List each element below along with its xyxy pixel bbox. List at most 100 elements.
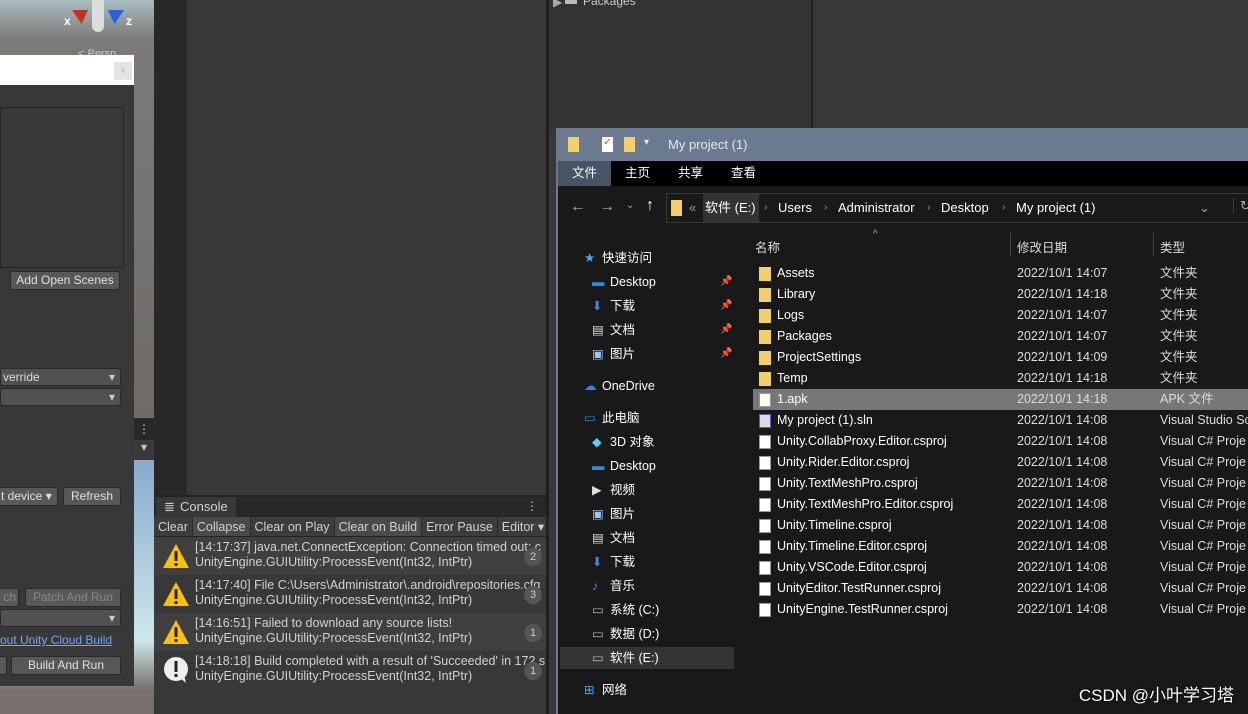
chevron-down-icon[interactable]: ▾ — [134, 440, 154, 460]
nav-item[interactable]: ▤ 文档 📌 — [560, 319, 734, 341]
file-row[interactable]: Unity.VSCode.Editor.csproj 2022/10/1 14:0… — [753, 557, 1248, 578]
column-divider[interactable] — [1010, 233, 1011, 257]
console-clear-button[interactable]: Clear — [154, 517, 193, 536]
more-options-icon[interactable]: ⋮ — [134, 418, 154, 440]
console-log-entry[interactable]: [14:18:18] Build completed with a result… — [154, 651, 546, 689]
project-panel[interactable]: ▶ Packages — [549, 0, 811, 130]
breadcrumb-item[interactable]: 软件 (E:) — [703, 194, 759, 222]
chevron-right-icon[interactable]: › — [1002, 202, 1005, 213]
file-row[interactable]: Packages 2022/10/1 14:07 文件夹 — [753, 326, 1248, 347]
nav-item[interactable]: ▭ 系统 (C:) — [560, 599, 734, 621]
overflow-icon[interactable]: « — [689, 200, 696, 215]
breadcrumb-item[interactable]: My project (1) — [1016, 200, 1095, 215]
console-log-entry[interactable]: [14:16:51] Failed to download any source… — [154, 613, 546, 651]
option-dropdown[interactable] — [0, 388, 121, 406]
console-log-entry[interactable]: [14:17:37] java.net.ConnectException: Co… — [154, 537, 546, 575]
recent-dropdown-icon[interactable]: ⌄ — [626, 200, 634, 211]
file-row[interactable]: Unity.Timeline.Editor.csproj 2022/10/1 14… — [753, 536, 1248, 557]
file-row[interactable]: UnityEditor.TestRunner.csproj 2022/10/1 1… — [753, 578, 1248, 599]
gizmo-z-icon[interactable] — [108, 10, 124, 24]
scenes-in-build-list[interactable] — [0, 107, 124, 268]
console-clear-on-play-button[interactable]: Clear on Play — [251, 517, 335, 536]
pin-icon[interactable]: 📌 — [720, 271, 732, 293]
cloud-build-link[interactable]: out Unity Cloud Build — [0, 633, 112, 647]
nav-item[interactable]: ⬇ 下载 📌 — [560, 295, 734, 317]
file-row[interactable]: Unity.TextMeshPro.Editor.csproj 2022/10/1… — [753, 494, 1248, 515]
tab-console[interactable]: ≣ Console — [156, 497, 236, 517]
nav-item[interactable]: ▬ Desktop — [560, 455, 734, 477]
up-button[interactable]: ↑ — [646, 197, 654, 215]
nav-item[interactable]: ▣ 图片 📌 — [560, 343, 734, 365]
nav-item[interactable]: ▭ 数据 (D:) — [560, 623, 734, 645]
file-row[interactable]: Unity.Timeline.csproj 2022/10/1 14:08 Visu… — [753, 515, 1248, 536]
quick-access-dropdown-icon[interactable]: ▾ — [644, 137, 649, 148]
add-open-scenes-button[interactable]: Add Open Scenes — [10, 271, 120, 290]
pin-icon[interactable]: 📌 — [720, 295, 732, 317]
file-row[interactable]: My project (1).sln 2022/10/1 14:08 Visual … — [753, 410, 1248, 431]
address-bar[interactable]: « 软件 (E:) › Users › Administrator › Desktop › My… — [666, 193, 1248, 223]
file-row[interactable]: UnityEngine.TestRunner.csproj 2022/10/1 1… — [753, 599, 1248, 620]
file-row[interactable]: Assets 2022/10/1 14:07 文件夹 — [753, 263, 1248, 284]
texture-override-dropdown[interactable]: verride — [0, 368, 121, 386]
forward-button[interactable]: → — [599, 198, 615, 216]
chevron-right-icon[interactable]: › — [764, 202, 767, 213]
nav-item[interactable]: ♪ 音乐 — [560, 575, 734, 597]
breadcrumb-item[interactable]: Desktop — [941, 200, 989, 215]
more-options-icon[interactable]: ⋮ — [526, 499, 538, 513]
properties-icon[interactable]: ✓ — [602, 137, 613, 152]
ribbon-tab[interactable]: 主页 — [611, 161, 664, 186]
back-button[interactable]: ← — [570, 198, 586, 216]
nav-item[interactable]: ▤ 文档 — [560, 527, 734, 549]
file-row[interactable]: Unity.CollabProxy.Editor.csproj 2022/10/1… — [753, 431, 1248, 452]
nav-item[interactable]: ☁ OneDrive — [560, 375, 734, 397]
file-row[interactable]: Unity.TextMeshPro.csproj 2022/10/1 14:08 V… — [753, 473, 1248, 494]
refresh-icon[interactable]: ↻ — [1233, 198, 1248, 214]
chevron-right-icon[interactable]: › — [927, 202, 930, 213]
nav-item[interactable]: ★ 快速访问 — [560, 247, 734, 269]
ribbon-tab[interactable]: 文件 — [558, 161, 612, 186]
ribbon-tab[interactable]: 查看 — [717, 161, 770, 186]
expand-arrow-icon[interactable]: ▶ — [553, 0, 562, 9]
refresh-button[interactable]: Refresh — [63, 487, 121, 506]
breadcrumb-item[interactable]: Users — [778, 200, 812, 215]
patch-and-run-button[interactable]: Patch And Run — [25, 588, 121, 607]
nav-item[interactable]: ◆ 3D 对象 — [560, 431, 734, 453]
ribbon-tab[interactable]: 共享 — [664, 161, 717, 186]
file-row[interactable]: Unity.Rider.Editor.csproj 2022/10/1 14:08… — [753, 452, 1248, 473]
console-clear-on-build-button[interactable]: Clear on Build — [334, 517, 423, 536]
console-log-entry[interactable]: [14:17:40] File C:\Users\Administrator\.… — [154, 575, 546, 613]
nav-item[interactable]: ⊞ 网络 — [560, 679, 734, 701]
file-row[interactable]: ProjectSettings 2022/10/1 14:09 文件夹 — [753, 347, 1248, 368]
console-editor-button[interactable]: Editor ▾ — [498, 517, 550, 536]
file-row[interactable]: Library 2022/10/1 14:18 文件夹 — [753, 284, 1248, 305]
build-button[interactable] — [0, 656, 7, 675]
chevron-right-icon[interactable]: › — [824, 202, 827, 213]
column-header[interactable]: 类型 — [1160, 237, 1185, 256]
build-and-run-button[interactable]: Build And Run — [11, 656, 121, 675]
new-folder-icon[interactable] — [624, 137, 635, 152]
history-dropdown-icon[interactable]: ⌄ — [1199, 200, 1210, 216]
compression-dropdown[interactable] — [0, 609, 121, 627]
column-header[interactable]: 修改日期 — [1017, 237, 1067, 256]
breadcrumb-item[interactable]: Administrator — [838, 200, 915, 215]
nav-item[interactable]: ▬ Desktop 📌 — [560, 271, 734, 293]
run-device-dropdown[interactable]: t device ▾ — [0, 487, 58, 506]
packages-folder[interactable]: Packages — [583, 0, 636, 8]
file-row[interactable]: Logs 2022/10/1 14:07 文件夹 — [753, 305, 1248, 326]
nav-item[interactable]: ▣ 图片 — [560, 503, 734, 525]
close-button[interactable]: x — [114, 62, 132, 80]
patch-button[interactable]: ch — [0, 588, 19, 607]
file-row[interactable]: Temp 2022/10/1 14:18 文件夹 — [753, 368, 1248, 389]
pin-icon[interactable]: 📌 — [720, 319, 732, 341]
nav-item[interactable]: ⬇ 下载 — [560, 551, 734, 573]
hierarchy-panel[interactable] — [187, 0, 546, 495]
pin-icon[interactable]: 📌 — [720, 343, 732, 365]
console-error-pause-button[interactable]: Error Pause — [422, 517, 498, 536]
gizmo-x-icon[interactable] — [72, 10, 88, 24]
file-row[interactable]: 1.apk 2022/10/1 14:18 APK 文件 — [753, 389, 1248, 410]
nav-item[interactable]: ▭ 软件 (E:) — [560, 647, 734, 669]
nav-item[interactable]: ▶ 视频 — [560, 479, 734, 501]
column-divider[interactable] — [1153, 233, 1154, 257]
console-collapse-button[interactable]: Collapse — [192, 517, 251, 536]
nav-item[interactable]: ▭ 此电脑 — [560, 407, 734, 429]
